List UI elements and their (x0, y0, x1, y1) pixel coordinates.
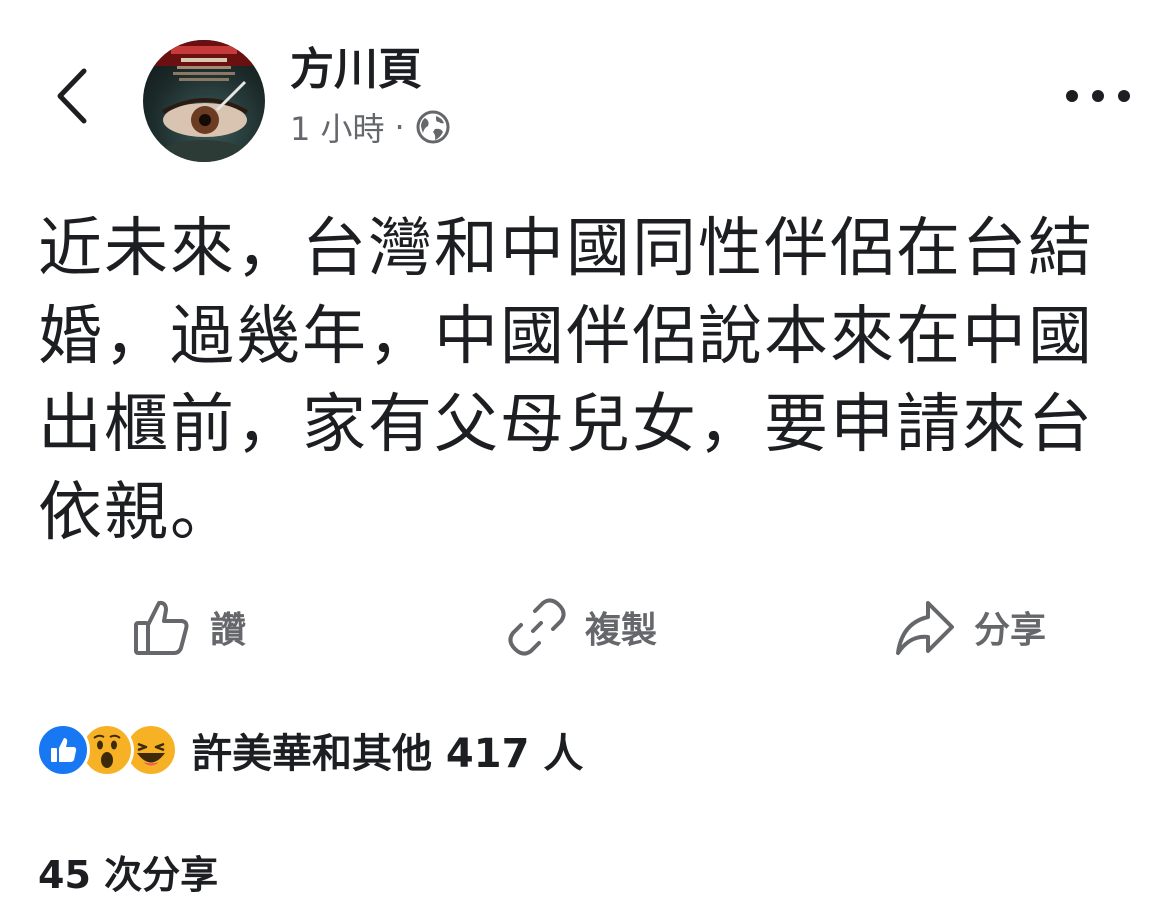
like-reaction-icon (36, 723, 90, 777)
like-button[interactable]: 讚 (132, 594, 246, 660)
copy-label: 複製 (585, 610, 658, 651)
like-label: 讚 (210, 610, 247, 651)
more-options-button[interactable] (1066, 78, 1130, 114)
share-label: 分享 (974, 610, 1047, 651)
globe-icon[interactable] (415, 109, 451, 145)
author-avatar[interactable] (143, 40, 265, 162)
meta-separator: · (394, 108, 405, 146)
reactions-count-text: 許美華和其他 417 人 (192, 731, 584, 777)
post-timestamp[interactable]: 1 小時 (290, 104, 385, 150)
ellipsis-icon-dot-3 (1118, 90, 1130, 102)
reactions-summary[interactable]: 許美華和其他 417 人 (36, 722, 583, 778)
author-name[interactable]: 方川頁 (290, 42, 422, 98)
share-arrow-icon (896, 601, 954, 655)
avatar-eye-icon (143, 40, 265, 162)
post-detail-page: 方川頁 1 小時 · 近未來，台灣和中國同性伴侶在台結婚，過幾年，中國伴侶說本來… (0, 0, 1170, 905)
share-button[interactable]: 分享 (894, 594, 1046, 660)
link-icon (508, 598, 566, 656)
copy-button[interactable]: 複製 (507, 594, 657, 660)
thumbs-up-icon (134, 600, 189, 655)
ellipsis-icon-dot-1 (1066, 90, 1078, 102)
ellipsis-icon-dot-2 (1092, 90, 1104, 102)
chevron-left-icon (57, 68, 87, 124)
back-button[interactable] (44, 60, 100, 132)
post-body-text: 近未來，台灣和中國同性伴侶在台結婚，過幾年，中國伴侶說本來在中國出櫃前，家有父母… (38, 212, 1094, 550)
post-meta: 1 小時 · (290, 104, 451, 150)
shares-count[interactable]: 45 次分享 (38, 844, 218, 899)
